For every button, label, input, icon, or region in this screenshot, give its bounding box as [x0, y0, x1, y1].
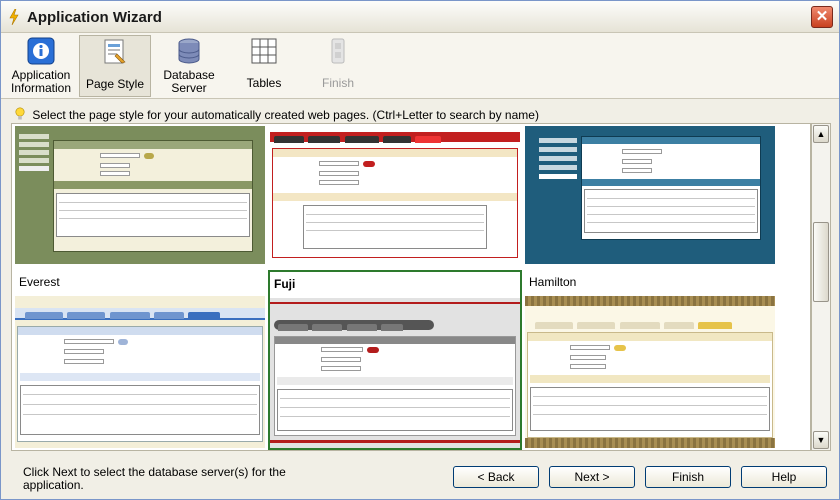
- style-thumbnail-olive[interactable]: [15, 126, 265, 266]
- lightbulb-icon: [15, 107, 25, 120]
- scroll-thumb[interactable]: [813, 222, 829, 302]
- style-preview: [525, 296, 775, 448]
- step-label: Application Information: [10, 68, 72, 95]
- step-database-server[interactable]: Database Server: [157, 35, 221, 97]
- step-page-style[interactable]: Page Style: [79, 35, 151, 97]
- wizard-footer: Click Next to select the database server…: [1, 457, 839, 499]
- next-button[interactable]: Next >: [549, 466, 635, 488]
- style-thumbnail-red[interactable]: [270, 126, 520, 266]
- step-finish: Finish: [307, 35, 369, 97]
- style-thumbnail-blue[interactable]: [525, 126, 775, 266]
- table-grid-icon: [251, 38, 277, 64]
- window-title: Application Wizard: [27, 9, 162, 26]
- database-icon: [178, 38, 200, 64]
- status-text: Click Next to select the database server…: [23, 465, 286, 492]
- chevron-down-icon: ▼: [816, 435, 826, 445]
- page-style-icon: [104, 39, 126, 64]
- style-name: Hamilton: [529, 275, 577, 289]
- step-label: Finish: [321, 76, 354, 90]
- step-label: Database Server: [163, 68, 215, 95]
- style-name: Fuji: [274, 277, 296, 291]
- scroll-down-button[interactable]: ▼: [813, 431, 829, 449]
- chevron-up-icon: ▲: [816, 129, 826, 139]
- help-button[interactable]: Help: [741, 466, 827, 488]
- style-preview: [15, 126, 265, 264]
- style-preview: [15, 296, 265, 448]
- lightning-icon: [9, 9, 19, 25]
- close-icon: ✕: [815, 8, 829, 25]
- instruction-label: Select the page style for your automatic…: [32, 108, 539, 122]
- info-icon: [27, 37, 55, 65]
- style-thumbnail-everest[interactable]: Everest: [15, 270, 265, 450]
- close-button[interactable]: ✕: [811, 6, 833, 28]
- style-thumbnail-fuji[interactable]: Fuji: [268, 270, 522, 450]
- wizard-window: Application Wizard ✕ Application Informa…: [0, 0, 840, 500]
- style-preview: [270, 126, 520, 264]
- style-name: Everest: [19, 275, 60, 289]
- style-thumbnail-hamilton[interactable]: Hamilton: [525, 270, 775, 450]
- title-bar: Application Wizard ✕: [1, 1, 839, 33]
- step-label: Page Style: [85, 77, 145, 91]
- wizard-steps: Application Information Page Style Datab…: [1, 33, 839, 99]
- page-style-gallery: Everest Fuji Hamilton: [11, 123, 811, 451]
- back-button[interactable]: < Back: [453, 466, 539, 488]
- instruction-text: Select the page style for your automatic…: [15, 107, 539, 122]
- step-application-information[interactable]: Application Information: [7, 35, 75, 97]
- style-preview: [525, 126, 775, 264]
- step-tables[interactable]: Tables: [233, 35, 295, 97]
- step-label: Tables: [246, 76, 282, 90]
- scroll-up-button[interactable]: ▲: [813, 125, 829, 143]
- gallery-scrollbar[interactable]: ▲ ▼: [811, 123, 831, 451]
- style-preview: [270, 298, 520, 448]
- finish-icon: [331, 38, 345, 64]
- finish-button[interactable]: Finish: [645, 466, 731, 488]
